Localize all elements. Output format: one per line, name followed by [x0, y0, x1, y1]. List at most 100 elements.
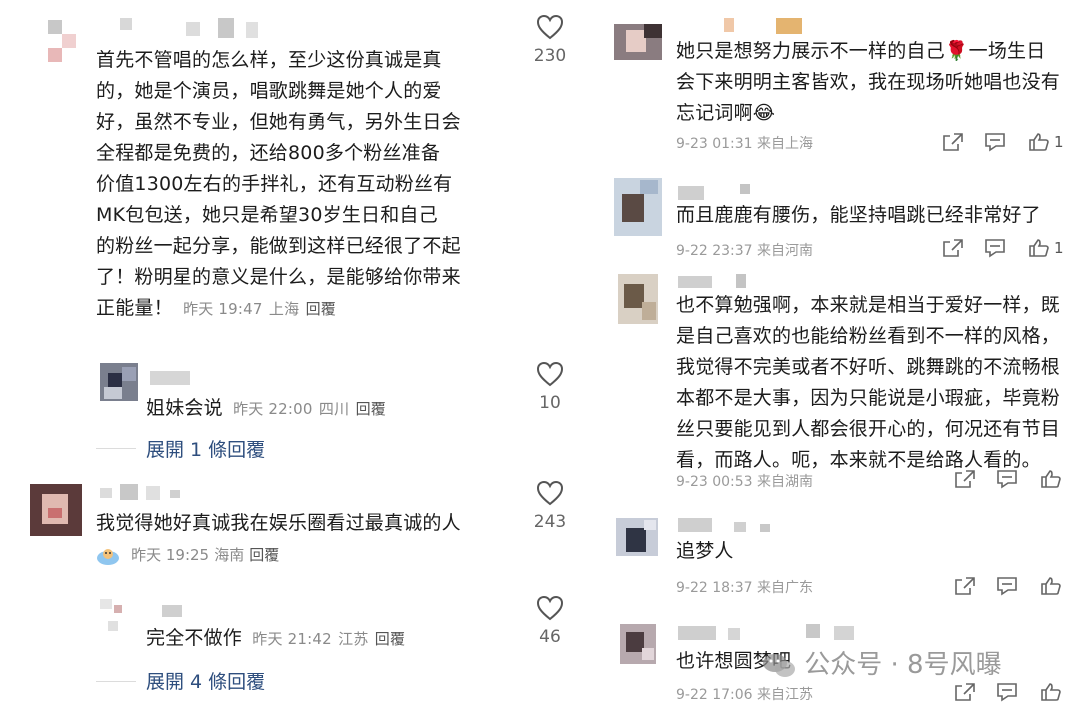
comment-3: 我觉得她好真诚我在娱乐圈看过最真诚的人 昨天 19:25 海南 回覆 243 [0, 478, 590, 578]
username-blurred[interactable] [100, 484, 190, 500]
username-blurred[interactable] [678, 624, 858, 640]
comment-meta: 9-22 17:06 来自江苏 [676, 684, 813, 704]
comment-line: 了！粉明星的意义是什么，是能够给你带来 [96, 266, 461, 288]
avatar[interactable] [616, 518, 658, 556]
like-group: 10 [520, 361, 580, 413]
like-group: 243 [520, 480, 580, 532]
watermark: 公众号 · 8号风曝 [762, 644, 1002, 681]
like-count: 243 [533, 512, 567, 532]
comment-line: 价值1300左右的手拌礼，还有互动粉丝有 [96, 173, 453, 195]
avatar[interactable] [620, 624, 656, 664]
share-icon[interactable] [942, 132, 964, 152]
comment-4: 完全不做作 昨天 21:42 江苏 回覆 46 展開 4 條回覆 [0, 595, 590, 706]
comment-date: 9-23 01:31 [676, 136, 753, 152]
thumbs-up-icon[interactable] [1040, 682, 1062, 702]
comment-1: 首先不管唱的怎么样，至少这份真诚是真 的，她是个演员，唱歌跳舞是她个人的爱 好，… [0, 0, 590, 345]
username-blurred[interactable] [678, 274, 758, 290]
expand-replies-button[interactable]: 展開 1 條回覆 [146, 435, 265, 462]
comment-line: 是自己喜欢的也能给粉丝看到不一样的风格， [676, 325, 1061, 347]
comment-line: 的，她是个演员，唱歌跳舞是她个人的爱 [96, 80, 442, 102]
comment-text: 姐妹会说 [146, 397, 223, 419]
comment-line: 的粉丝一起分享，能做到这样已经很了不起 [96, 235, 461, 257]
comment-location: 来自上海 [757, 136, 814, 152]
thumbs-up-icon[interactable] [1028, 132, 1050, 152]
expand-replies-button[interactable]: 展開 4 條回覆 [146, 667, 265, 694]
like-group: 46 [520, 595, 580, 647]
reply-button[interactable]: 回覆 [356, 400, 386, 418]
avatar[interactable] [100, 363, 138, 401]
comment-date: 9-22 23:37 [676, 243, 753, 259]
like-count: 1 [1054, 239, 1064, 257]
comment-icon[interactable] [984, 132, 1006, 152]
username-blurred[interactable] [678, 516, 778, 532]
comment-meta: 9-23 00:53 来自湖南 [676, 471, 813, 491]
thumbs-up-icon[interactable] [1028, 238, 1050, 258]
share-icon[interactable] [954, 576, 976, 596]
like-group: 230 [520, 14, 580, 66]
share-icon[interactable] [954, 682, 976, 702]
comment-location: 来自江苏 [757, 687, 814, 703]
avatar[interactable] [614, 24, 662, 60]
comment-icon[interactable] [984, 238, 1006, 258]
username-blurred[interactable] [96, 18, 266, 38]
comment-line: 忘记词啊😂 [676, 102, 776, 124]
avatar[interactable] [618, 274, 658, 324]
avatar[interactable] [614, 178, 662, 236]
comment-line: 丝只要能见到人都会很开心的，何况还有节目 [676, 418, 1061, 440]
like-count: 46 [539, 627, 561, 647]
reply-button[interactable]: 回覆 [306, 300, 336, 318]
heart-icon[interactable] [536, 361, 564, 387]
comment-line: 首先不管唱的怎么样，至少这份真诚是真 [96, 49, 442, 71]
comment-icon[interactable] [996, 469, 1018, 489]
comment-r3: 也不算勉强啊，本来就是相当于爱好一样，既 是自己喜欢的也能给粉丝看到不一样的风格… [598, 268, 1080, 498]
wechat-icon [762, 652, 796, 680]
thumbs-up-icon[interactable] [1040, 576, 1062, 596]
username-blurred[interactable] [678, 184, 758, 200]
username-blurred[interactable] [162, 605, 182, 617]
comment-meta: 9-23 01:31 来自上海 [676, 133, 813, 153]
comment-last-line: 正能量！ 昨天 19:47 上海 回覆 [96, 293, 536, 325]
comment-meta: 9-22 23:37 来自河南 [676, 240, 813, 260]
comment-meta: 昨天 19:25 海南 回覆 [96, 544, 279, 566]
divider [96, 448, 136, 449]
username-blurred[interactable] [150, 371, 190, 385]
comment-r4: 追梦人 9-22 18:37 来自广东 [598, 510, 1080, 600]
comment-line: 我觉得不完美或者不好听、跳舞跳的不流畅根 [676, 356, 1061, 378]
avatar[interactable] [100, 599, 136, 635]
reply-row: 姐妹会说 昨天 22:00 四川 回覆 [146, 393, 386, 425]
comment-line: 好，虽然不专业，但她有勇气，另外生日会 [96, 111, 461, 133]
comment-r1: 她只是想努力展示不一样的自己🌹一场生日 会下来明明主客皆欢，我在现场听她唱也没有… [598, 0, 1080, 165]
reply-button[interactable]: 回覆 [249, 546, 279, 564]
comment-location: 四川 [318, 400, 350, 418]
comment-icon[interactable] [996, 576, 1018, 596]
heart-icon[interactable] [536, 480, 564, 506]
heart-icon[interactable] [536, 14, 564, 40]
comment-text: 而且鹿鹿有腰伤，能坚持唱跳已经非常好了 [676, 204, 1041, 226]
share-icon[interactable] [942, 238, 964, 258]
username-blurred[interactable] [724, 18, 824, 34]
share-icon[interactable] [954, 469, 976, 489]
comment-location: 来自湖南 [757, 474, 814, 490]
comment-time: 昨天 19:25 [131, 546, 210, 564]
like-count: 1 [1054, 133, 1064, 151]
watermark-text: 公众号 · 8号风曝 [804, 650, 1002, 680]
avatar[interactable] [48, 20, 76, 62]
comment-time: 昨天 21:42 [252, 630, 332, 648]
comment-meta: 9-22 18:37 来自广东 [676, 577, 813, 597]
comment-2: 姐妹会说 昨天 22:00 四川 回覆 10 展開 1 條回覆 [0, 355, 590, 465]
comment-location: 来自广东 [757, 580, 814, 596]
comment-text: 她只是想努力展示不一样的自己🌹一场生日 会下来明明主客皆欢，我在现场听她唱也没有… [676, 36, 1076, 129]
comment-text: 我觉得她好真诚我在娱乐圈看过最真诚的人 [96, 512, 461, 534]
emoji-icon [96, 546, 120, 566]
heart-icon[interactable] [536, 595, 564, 621]
comment-line: 她只是想努力展示不一样的自己🌹一场生日 [676, 40, 1046, 62]
avatar[interactable] [30, 484, 82, 536]
thumbs-up-icon[interactable] [1040, 469, 1062, 489]
comment-line: 正能量！ [96, 297, 173, 319]
comment-icon[interactable] [996, 682, 1018, 702]
comment-date: 9-23 00:53 [676, 474, 753, 490]
comment-line: 也不算勉强啊，本来就是相当于爱好一样，既 [676, 294, 1061, 316]
reply-button[interactable]: 回覆 [375, 630, 405, 648]
comment-location: 来自河南 [757, 243, 814, 259]
divider [96, 681, 136, 682]
